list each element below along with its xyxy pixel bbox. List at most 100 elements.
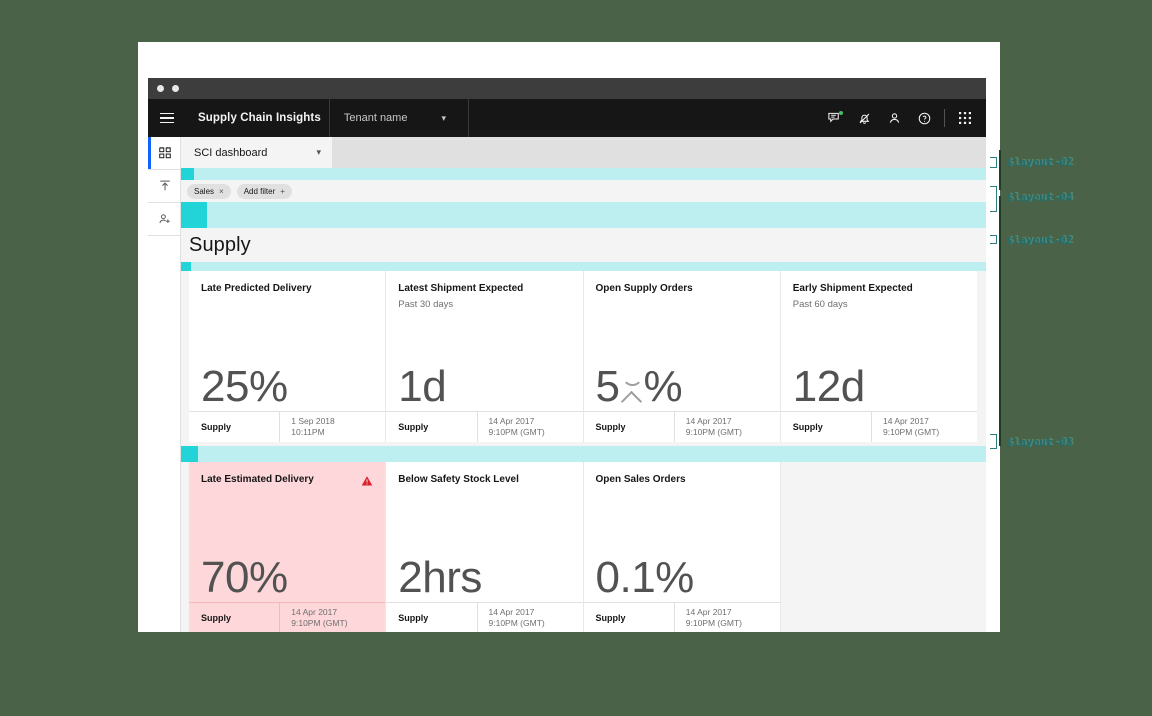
dashboard-name: SCI dashboard <box>194 146 268 159</box>
kpi-card-value: 5% <box>595 362 683 411</box>
notifications-off-icon[interactable] <box>849 99 879 137</box>
kpi-card-value: 2hrs <box>398 553 482 602</box>
filter-chip-sales[interactable]: Sales × <box>187 183 231 199</box>
window-dot-1[interactable] <box>157 85 164 92</box>
dashboard-selector[interactable]: SCI dashboard ▾ <box>181 137 332 168</box>
close-icon[interactable]: × <box>219 187 224 196</box>
kpi-card-timestamp: 14 Apr 2017 9:10PM (GMT) <box>476 412 583 442</box>
kpi-card-source: Supply <box>792 422 823 432</box>
hamburger-icon[interactable] <box>148 99 186 137</box>
kpi-card-footer: Supply 14 Apr 2017 9:10PM (GMT) <box>386 411 583 442</box>
window-dot-2[interactable] <box>172 85 179 92</box>
spacing-indicator-1 <box>181 168 986 180</box>
kpi-card-footer: Supply 14 Apr 2017 9:10PM (GMT) <box>386 602 583 632</box>
annotation-label-1-shadow: $layout-02 <box>1008 155 1075 168</box>
kpi-card-timestamp: 1 Sep 2018 10:11PM <box>279 412 385 442</box>
kpi-card-date: 14 Apr 2017 <box>488 415 535 426</box>
tenant-label: Tenant name <box>343 112 408 124</box>
annotation-label-1: $layout-02 <box>1006 156 1073 169</box>
user-icon[interactable] <box>879 99 909 137</box>
kpi-card-header: Open Sales Orders <box>584 462 780 487</box>
kpi-section-row-1: Late Predicted Delivery 25% Supply 1 Sep 20… <box>181 271 986 442</box>
filter-bar: Sales × Add filter + <box>181 180 986 202</box>
kpi-card-header: Late Estimated Delivery <box>189 462 385 492</box>
kpi-card-timestamp: 14 Apr 2017 9:10PM (GMT) <box>673 603 780 632</box>
header-icon-separator <box>944 109 945 127</box>
kpi-card-footer: Supply 14 Apr 2017 9:10PM (GMT) <box>583 602 780 632</box>
sidebar-item-dashboard[interactable] <box>148 137 181 170</box>
kpi-card-header: Below Safety Stock Level <box>386 462 582 487</box>
window-titlebar <box>148 78 986 99</box>
annotation-label-2-shadow: $layout-04 <box>1008 190 1075 203</box>
kpi-card-source: Supply <box>201 422 232 432</box>
kpi-card-time: 9:10PM (GMT) <box>685 427 742 437</box>
kpi-card-date: 14 Apr 2017 <box>685 606 732 617</box>
kpi-card-date: 14 Apr 2017 <box>488 606 535 617</box>
kpi-card-source: Supply <box>595 422 626 432</box>
kpi-card-date: 1 Sep 2018 <box>291 415 335 426</box>
header-divider-right <box>468 99 469 137</box>
kpi-card-title: Below Safety Stock Level <box>398 474 519 485</box>
sidebar-item-add-user[interactable] <box>148 203 181 236</box>
kpi-card-value: 25% <box>201 362 288 411</box>
kpi-card-title: Open Sales Orders <box>595 474 686 485</box>
kpi-card-date: 14 Apr 2017 <box>291 606 338 617</box>
kpi-card[interactable]: Below Safety Stock Level 2hrs Supply 14 Apr… <box>386 462 583 632</box>
add-filter-button[interactable]: Add filter + <box>236 183 292 199</box>
kpi-card-timestamp: 14 Apr 2017 9:10PM (GMT) <box>673 412 780 442</box>
sidebar-item-upload[interactable] <box>148 170 181 203</box>
kpi-card[interactable]: Open Supply Orders 5% Supply 14 Apr 2017 9:1… <box>583 271 780 442</box>
app-title: Supply Chain Insights <box>198 112 321 124</box>
kpi-card-timestamp: 14 Apr 2017 9:10PM (GMT) <box>279 603 385 632</box>
kpi-card-title: Late Estimated Delivery <box>201 474 314 485</box>
kpi-card-subtitle: Past 60 days <box>792 298 848 310</box>
kpi-card-source: Supply <box>595 613 626 623</box>
annotation-label-4-shadow: $layout-03 <box>1008 435 1075 448</box>
spacing-indicator-4 <box>181 446 986 462</box>
spacing-indicator-2 <box>181 202 986 228</box>
kpi-card[interactable]: Latest Shipment Expected Past 30 days 1d Su… <box>386 271 583 442</box>
kpi-card-footer: Supply 14 Apr 2017 9:10PM (GMT) <box>189 602 386 632</box>
chevron-down-icon: ▾ <box>316 147 321 157</box>
kpi-card-header: Early Shipment Expected <box>781 271 977 296</box>
add-filter-label: Add filter <box>243 186 276 196</box>
app-body: SCI dashboard ▾ Sales × Add filter + Sup… <box>148 137 986 632</box>
app-switcher-icon[interactable] <box>950 99 980 137</box>
messages-badge <box>839 111 843 115</box>
kpi-card-value: 12d <box>792 362 865 411</box>
kpi-card-empty <box>780 462 977 632</box>
dashboard-selector-row: SCI dashboard ▾ <box>181 137 986 168</box>
kpi-card-time: 9:10PM (GMT) <box>488 618 545 628</box>
kpi-card[interactable]: Open Sales Orders 0.1% Supply 14 Apr 2017 9:… <box>583 462 780 632</box>
kpi-card-source: Supply <box>201 613 232 623</box>
dashboard-content: SCI dashboard ▾ Sales × Add filter + Sup… <box>181 137 986 632</box>
kpi-card[interactable]: Early Shipment Expected Past 60 days 12d Su… <box>780 271 977 442</box>
kpi-card-timestamp: 14 Apr 2017 9:10PM (GMT) <box>871 412 977 442</box>
spacing-swatch <box>181 202 207 228</box>
tenant-selector[interactable]: Tenant name ▾ <box>330 99 460 137</box>
kpi-card-subtitle: Past 30 days <box>398 298 454 310</box>
kpi-card-source: Supply <box>398 613 429 623</box>
kpi-section-row-2: Late Estimated Delivery 70% Supply 14 Apr 2… <box>181 462 986 632</box>
kpi-card-footer: Supply 14 Apr 2017 9:10PM (GMT) <box>583 411 780 442</box>
kpi-card-title: Late Predicted Delivery <box>201 283 312 294</box>
kpi-card-date: 14 Apr 2017 <box>883 415 929 426</box>
page-title: Supply <box>189 234 251 256</box>
kpi-card[interactable]: Late Predicted Delivery 25% Supply 1 Sep 20… <box>189 271 386 442</box>
messages-icon[interactable] <box>819 99 849 137</box>
kpi-card-value: 0.1% <box>595 553 695 602</box>
annotation-label-3-shadow: $layout-02 <box>1008 233 1075 246</box>
chevron-down-icon: ▾ <box>441 112 446 123</box>
kpi-card-header: Open Supply Orders <box>584 271 780 296</box>
spacing-swatch <box>181 262 191 271</box>
kpi-card-header: Latest Shipment Expected <box>386 271 582 296</box>
kpi-card[interactable]: Late Estimated Delivery 70% Supply 14 Apr 2… <box>189 462 386 632</box>
kpi-card-header: Late Predicted Delivery <box>189 271 385 296</box>
spacing-swatch <box>181 168 194 180</box>
kpi-card-time: 9:10PM (GMT) <box>291 618 348 628</box>
spacing-swatch <box>181 446 198 462</box>
kpi-card-footer: Supply 1 Sep 2018 10:11PM <box>189 411 386 442</box>
plus-icon: + <box>280 186 285 196</box>
kpi-card-value: 70% <box>201 553 288 602</box>
help-icon[interactable] <box>909 99 939 137</box>
